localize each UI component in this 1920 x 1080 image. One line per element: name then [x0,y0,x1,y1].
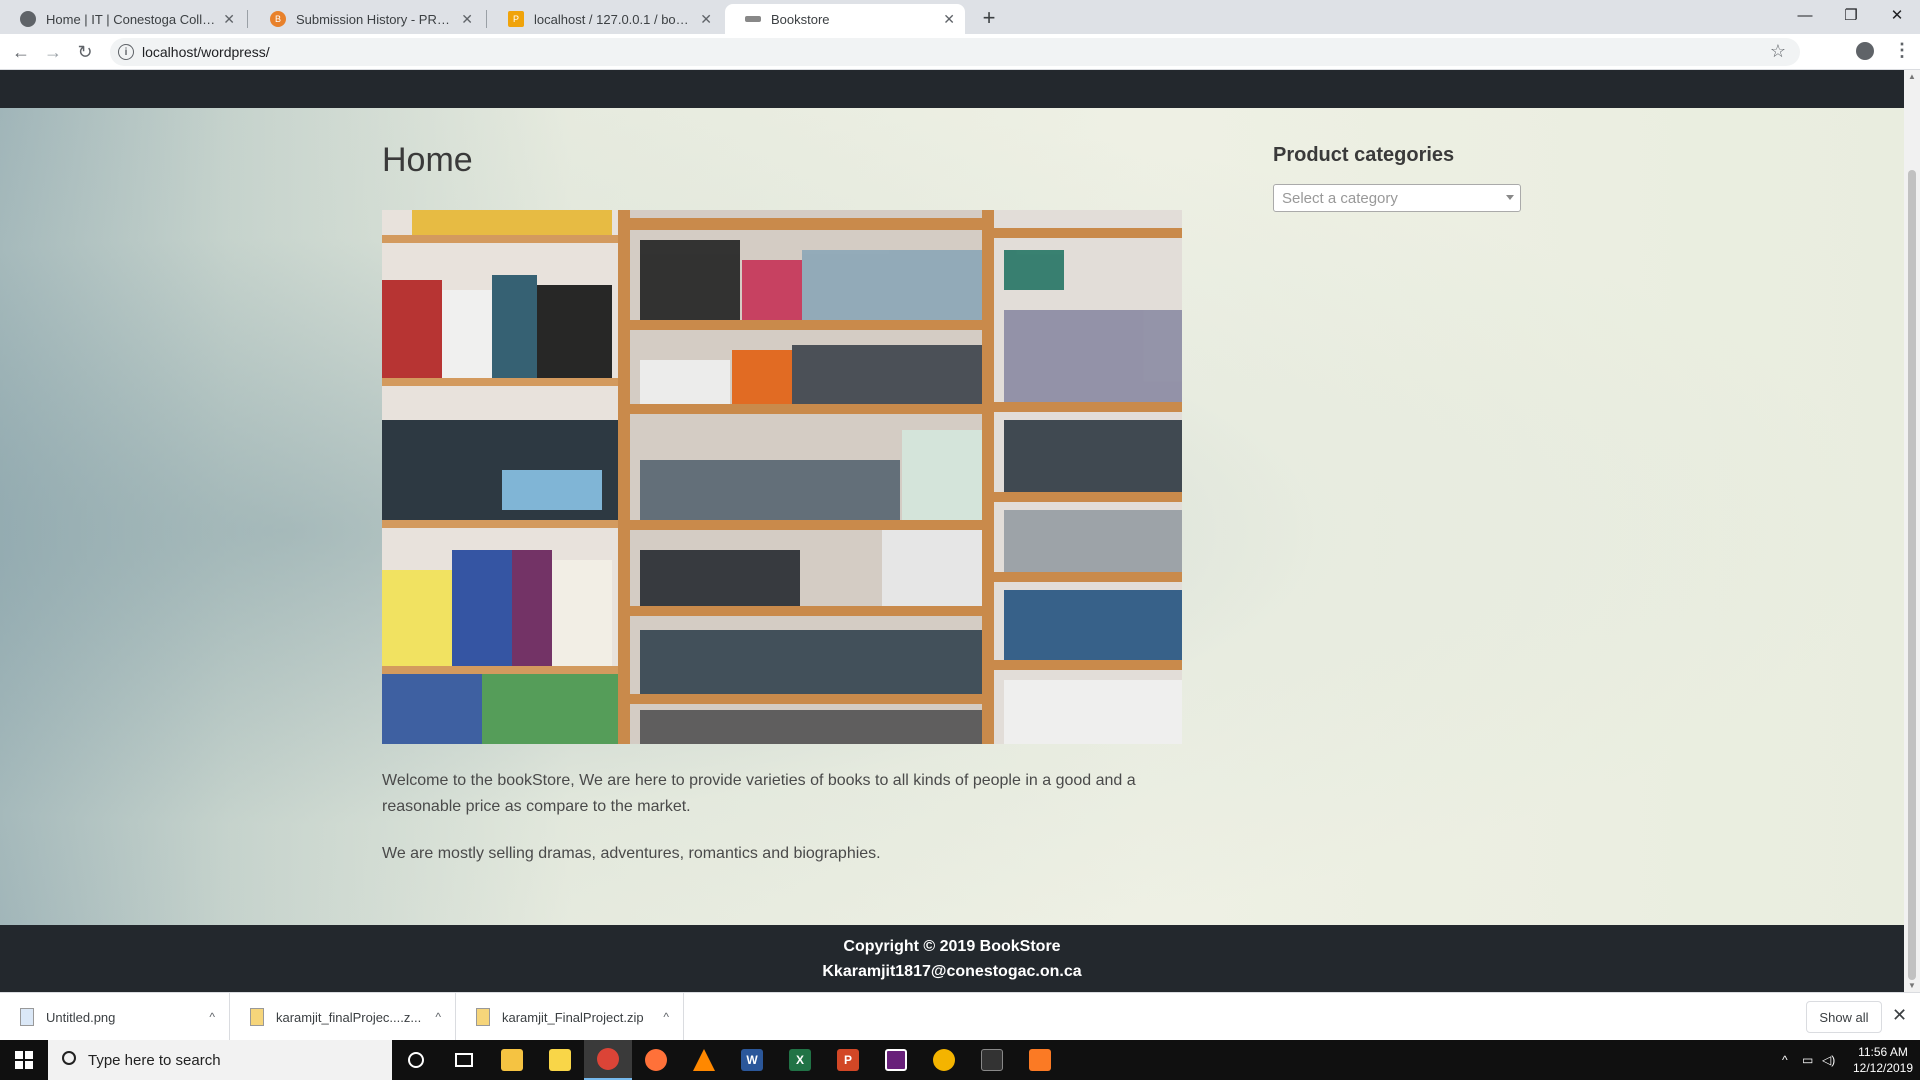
excel-icon[interactable]: X [776,1040,824,1080]
system-clock[interactable]: 11:56 AM 12/12/2019 [1850,1044,1916,1076]
new-tab-button[interactable]: + [975,4,1003,32]
xampp-icon[interactable] [1016,1040,1064,1080]
browser-toolbar: ← → ↻ i localhost/wordpress/ ☆ [0,34,1920,70]
download-filename: karamjit_finalProjec....z... [276,1009,422,1025]
tab-title: Bookstore [771,11,830,27]
close-downloads-icon[interactable]: ✕ [1892,1005,1907,1026]
address-bar[interactable]: i localhost/wordpress/ ☆ [110,38,1800,66]
back-icon[interactable]: ← [8,39,34,65]
chevron-up-icon[interactable]: ^ [663,1010,669,1024]
volume-icon[interactable]: ◁) [1822,1040,1835,1080]
restore-icon[interactable]: ❐ [1828,0,1874,30]
windows-taskbar: Type here to search W X P ^ ▭ ◁) 11:56 A… [0,1040,1920,1080]
wordpress-icon [745,16,761,22]
site-header-bar [0,70,1904,108]
task-view-icon[interactable] [440,1040,488,1080]
search-icon [62,1051,76,1065]
download-item[interactable]: karamjit_FinalProject.zip ^ [456,993,684,1041]
scrollbar-thumb[interactable] [1908,170,1916,980]
phpmyadmin-icon: P [508,11,524,27]
reload-icon[interactable]: ↻ [72,39,98,65]
download-item[interactable]: karamjit_finalProjec....z... ^ [230,993,456,1041]
word-icon[interactable]: W [728,1040,776,1080]
taskbar-search-placeholder: Type here to search [88,1051,221,1069]
firefox-icon[interactable] [632,1040,680,1080]
d2l-icon: B [270,11,286,27]
page-scrollbar[interactable]: ▲ ▼ [1904,70,1920,992]
download-filename: Untitled.png [46,1009,116,1025]
tab-submission-history[interactable]: B Submission History - PROG8370- ✕ [250,4,483,34]
clock-date: 12/12/2019 [1852,1061,1914,1075]
tab-conestoga[interactable]: Home | IT | Conestoga College ✕ [0,4,245,34]
genres-paragraph: We are mostly selling dramas, adventures… [382,845,881,862]
dropdown-arrow-icon [1506,195,1514,200]
footer-copyright: Copyright © 2019 BookStore [843,938,1061,955]
file-explorer-icon[interactable] [488,1040,536,1080]
hero-bookshelf-image [382,210,1182,744]
downloads-bar: Untitled.png ^ karamjit_finalProjec....z… [0,992,1920,1041]
footer-email: Kkaramjit1817@conestogac.on.ca [822,963,1082,980]
category-select-placeholder: Select a category [1282,189,1398,207]
url-text: localhost/wordpress/ [142,44,270,60]
tab-bookstore[interactable]: Bookstore ✕ [725,4,965,34]
powerpoint-icon[interactable]: P [824,1040,872,1080]
tab-title: localhost / 127.0.0.1 / bookstore [534,11,692,27]
bookshelf-illustration [382,210,1182,744]
close-tab-icon[interactable]: ✕ [223,11,235,28]
browser-tab-strip: Home | IT | Conestoga College ✕ B Submis… [0,0,1920,34]
zip-file-icon [250,1008,264,1026]
download-item[interactable]: Untitled.png ^ [0,993,230,1041]
close-tab-icon[interactable]: ✕ [943,11,955,28]
page-viewport: Home Welcome to the bookStore, We are he… [0,70,1904,992]
visual-studio-icon[interactable] [872,1040,920,1080]
site-info-icon[interactable]: i [118,44,134,60]
download-filename: karamjit_FinalProject.zip [502,1009,644,1025]
close-tab-icon[interactable]: ✕ [461,11,473,28]
menu-kebab-icon[interactable]: ⋮ [1893,40,1911,61]
page-title: Home [382,141,473,179]
chrome-alt-icon[interactable] [920,1040,968,1080]
chevron-up-icon[interactable]: ^ [435,1010,441,1024]
site-footer: Copyright © 2019 BookStore Kkaramjit1817… [0,925,1904,992]
intro-paragraph: Welcome to the bookStore, We are here to… [382,772,1136,815]
chevron-up-icon[interactable]: ^ [209,1010,215,1024]
terminal-icon[interactable] [968,1040,1016,1080]
zip-file-icon [476,1008,490,1026]
vlc-icon[interactable] [680,1040,728,1080]
tab-title: Submission History - PROG8370- [296,11,454,27]
bookmark-star-icon[interactable]: ☆ [1770,41,1786,62]
globe-icon [20,11,36,27]
tab-phpmyadmin[interactable]: P localhost / 127.0.0.1 / bookstore ✕ [488,4,722,34]
sticky-notes-icon[interactable] [536,1040,584,1080]
close-window-icon[interactable]: ✕ [1874,0,1920,30]
account-icon[interactable] [1856,42,1874,60]
tab-title: Home | IT | Conestoga College [46,11,216,27]
tray-chevron-icon[interactable]: ^ [1782,1040,1788,1080]
forward-icon[interactable]: → [40,39,66,65]
tab-divider [486,10,487,28]
clock-time: 11:56 AM [1858,1045,1908,1059]
category-select[interactable]: Select a category [1273,184,1521,212]
cortana-icon[interactable] [392,1040,440,1080]
image-file-icon [20,1008,34,1026]
chrome-icon[interactable] [584,1040,632,1080]
network-icon[interactable]: ▭ [1802,1040,1813,1080]
close-tab-icon[interactable]: ✕ [700,11,712,28]
taskbar-search-input[interactable]: Type here to search [48,1040,392,1080]
show-all-button[interactable]: Show all [1806,1001,1882,1033]
scroll-down-icon[interactable]: ▼ [1908,981,1916,990]
windows-start-icon[interactable] [0,1040,48,1080]
minimize-icon[interactable]: — [1782,0,1828,30]
tab-divider [247,10,248,28]
product-categories-heading: Product categories [1273,144,1455,166]
scroll-up-icon[interactable]: ▲ [1908,72,1916,81]
